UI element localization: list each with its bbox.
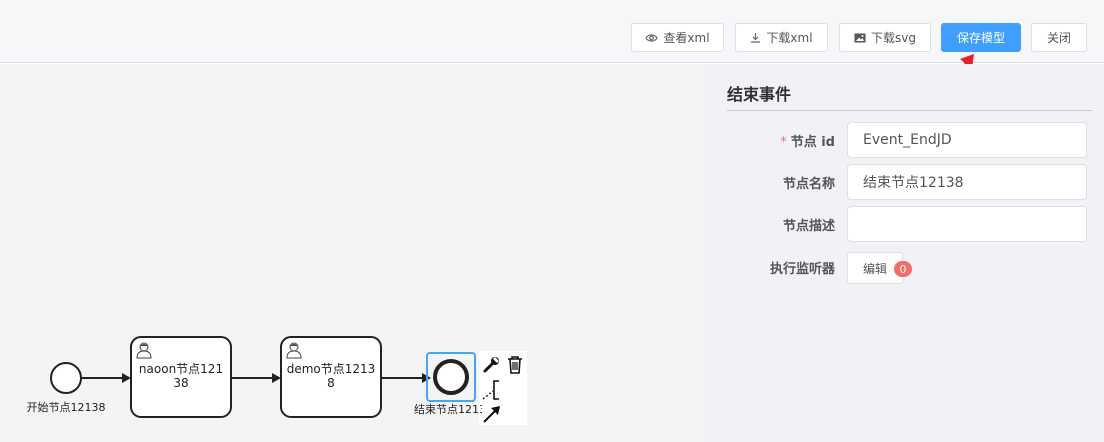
view-xml-button[interactable]: 查看xml xyxy=(631,23,724,52)
download-xml-button[interactable]: 下载xml xyxy=(735,23,828,52)
user-task-1-label: naoon节点121 38 xyxy=(131,362,231,390)
listener-label: 执行监听器 xyxy=(769,262,835,277)
image-icon xyxy=(854,33,866,43)
node-id-label: * 节点 id xyxy=(780,131,835,150)
panel-divider xyxy=(727,110,1092,111)
node-id-input[interactable]: Event_EndJD xyxy=(847,122,1087,158)
diagram-canvas[interactable]: 开始节点12138 naoon节点121 38 demo节点1213 8 结束节… xyxy=(0,64,706,442)
user-task-1-label-line2: 38 xyxy=(173,376,189,390)
start-event[interactable] xyxy=(50,362,82,394)
annotation-icon[interactable] xyxy=(482,379,502,401)
node-desc-input[interactable] xyxy=(847,206,1087,242)
save-model-label: 保存模型 xyxy=(956,31,1005,45)
user-task-2-label-line2: 8 xyxy=(327,376,335,390)
download-xml-label: 下载xml xyxy=(766,31,813,45)
user-task-icon xyxy=(136,342,152,359)
close-label: 关闭 xyxy=(1046,31,1071,45)
download-svg-button[interactable]: 下载svg xyxy=(839,23,931,52)
close-button[interactable]: 关闭 xyxy=(1031,23,1087,52)
listener-count-badge: 0 xyxy=(894,261,912,277)
listener-edit-label: 编辑 xyxy=(863,261,888,276)
user-task-2-label: demo节点1213 8 xyxy=(281,362,381,390)
start-event-label: 开始节点12138 xyxy=(26,401,106,414)
node-name-input[interactable]: 结束节点12138 xyxy=(847,164,1087,200)
save-model-button[interactable]: 保存模型 xyxy=(941,23,1021,52)
panel-title: 结束事件 xyxy=(727,85,792,104)
required-mark: * xyxy=(780,135,787,150)
end-event-label: 结束节点1213 xyxy=(414,403,482,416)
node-name-label: 节点名称 xyxy=(782,177,835,192)
download-svg-label: 下载svg xyxy=(871,31,916,45)
wrench-icon[interactable] xyxy=(482,354,502,374)
user-task-icon xyxy=(286,342,302,359)
properties-panel: 结束事件 * 节点 id Event_EndJD 节点名称 结束节点12138 节… xyxy=(706,64,1104,442)
user-task-2-label-line1: demo节点1213 xyxy=(286,362,376,376)
connect-arrow-icon[interactable] xyxy=(482,404,502,424)
node-desc-label: 节点描述 xyxy=(782,219,835,234)
trash-icon[interactable] xyxy=(506,355,524,375)
sequence-flow-1-arrowhead xyxy=(122,373,131,383)
end-event[interactable] xyxy=(433,359,469,395)
eye-icon xyxy=(645,33,659,43)
sequence-flow-2-arrowhead xyxy=(272,373,281,383)
node-id-label-text: 节点 id xyxy=(790,135,835,150)
user-task-1-label-line1: naoon节点121 xyxy=(138,362,224,376)
toolbar: 查看xml 下载xml 下载svg 保存模型 关闭 xyxy=(0,0,1104,63)
download-icon xyxy=(750,32,761,43)
view-xml-label: 查看xml xyxy=(663,31,710,45)
